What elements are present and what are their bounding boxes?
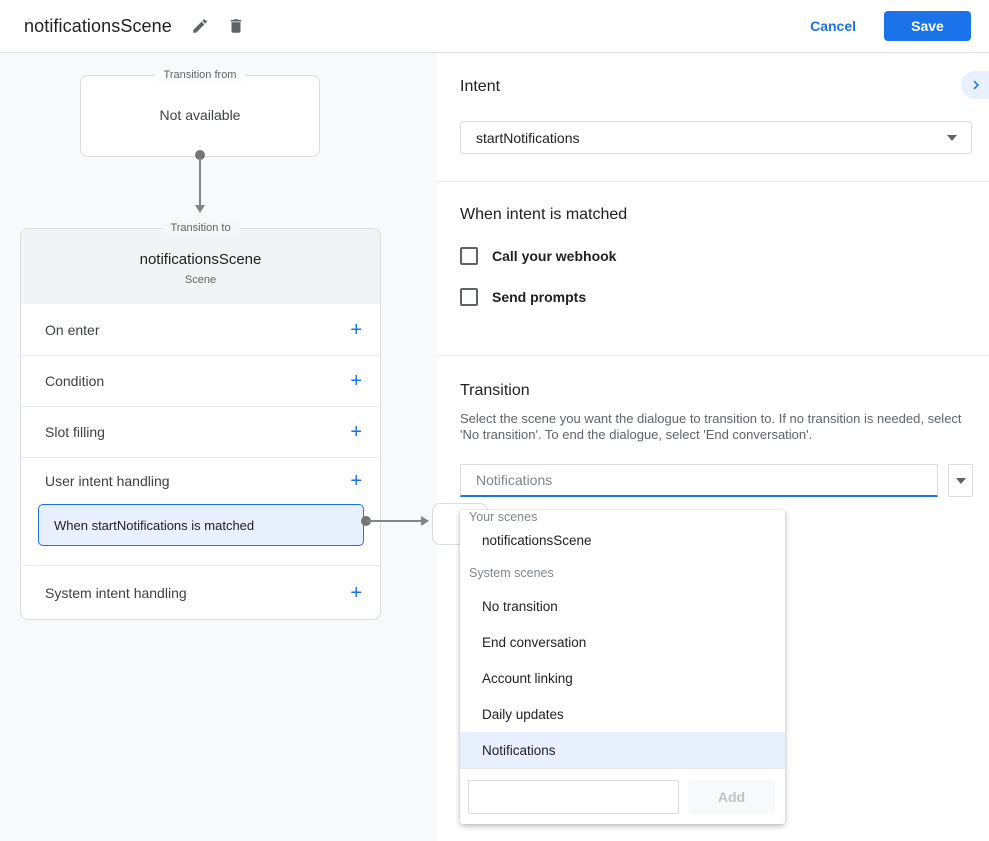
send-prompts-checkbox[interactable] [460,288,478,306]
transition-combobox [460,464,973,497]
arrow-down-icon [195,205,205,213]
add-icon[interactable]: + [350,320,362,340]
transition-description: Select the scene you want the dialogue t… [460,411,973,443]
user-intent-handler-item[interactable]: When startNotifications is matched [38,504,364,546]
add-icon[interactable]: + [350,371,362,391]
scene-row-label: On enter [45,322,99,338]
scene-node-header[interactable]: notificationsScene Scene [21,229,380,304]
section-divider [437,181,989,182]
new-scene-input[interactable] [468,780,679,814]
arrow-right-icon [421,516,429,526]
menu-item-notifications[interactable]: Notifications [460,732,785,768]
call-webhook-label: Call your webhook [492,248,616,264]
scene-dropdown-menu: Your scenes notificationsScene System sc… [460,510,785,824]
transition-from-value: Not available [81,107,319,123]
delete-icon[interactable] [226,16,246,36]
scene-node-title: notificationsScene [140,251,262,268]
call-webhook-checkbox[interactable] [460,247,478,265]
add-icon[interactable]: + [350,583,362,603]
send-prompts-label: Send prompts [492,289,586,305]
clipped-group: Your scenes [460,510,785,522]
scene-row-condition: Condition + [21,355,380,406]
transition-to-label: Transition to [161,222,239,234]
scene-row-label: System intent handling [45,585,187,601]
prompts-option-row: Send prompts [460,288,973,306]
menu-item-no-transition[interactable]: No transition [460,588,785,624]
intent-selected-value: startNotifications [476,130,579,146]
scene-node-card: Transition to notificationsScene Scene O… [20,228,381,620]
system-scenes-group-label: System scenes [460,558,785,588]
menu-item-end-conversation[interactable]: End conversation [460,624,785,660]
menu-footer: Add [460,769,785,824]
when-matched-heading: When intent is matched [460,206,973,224]
chevron-right-icon [967,76,985,94]
menu-item-notificationsscene[interactable]: notificationsScene [460,522,785,558]
diagram-pane: Transition from Not available Transition… [0,53,437,841]
intent-select[interactable]: startNotifications [460,121,972,154]
transition-from-box: Transition from Not available [80,75,320,157]
your-scenes-group-label: Your scenes [460,510,785,522]
cancel-button[interactable]: Cancel [810,18,856,34]
expand-panel-button[interactable] [961,71,989,99]
intent-heading: Intent [460,78,973,96]
scene-row-on-enter: On enter + [21,304,380,355]
scene-row-label: User intent handling [45,473,170,489]
scene-row-slot-filling: Slot filling + [21,406,380,457]
page-title: notificationsScene [24,16,172,37]
topbar-actions: Cancel Save [810,11,971,41]
menu-item-account-linking[interactable]: Account linking [460,660,785,696]
transition-from-label: Transition from [155,69,246,81]
title-actions [190,16,246,36]
connector-line-down [199,157,201,206]
add-icon[interactable]: + [350,422,362,442]
transition-heading: Transition [460,382,973,400]
scene-node-subtitle: Scene [185,274,216,286]
connector-line-right [367,520,421,522]
scene-row-system-intent-handling: System intent handling + [21,565,380,619]
section-divider [437,355,989,356]
add-scene-button[interactable]: Add [688,780,775,814]
add-icon[interactable]: + [350,471,362,491]
caret-down-icon [956,478,966,484]
scene-row-label: Condition [45,373,104,389]
transition-caret-button[interactable] [948,464,973,497]
transition-scene-input[interactable] [460,464,938,497]
caret-down-icon [947,135,957,141]
save-button[interactable]: Save [884,11,971,41]
scene-row-user-intent-handling: User intent handling + When startNotific… [21,457,380,546]
menu-item-daily-updates[interactable]: Daily updates [460,696,785,732]
webhook-option-row: Call your webhook [460,247,973,265]
scene-row-label: Slot filling [45,424,105,440]
top-bar: notificationsScene Cancel Save [0,0,989,53]
edit-icon[interactable] [190,16,210,36]
